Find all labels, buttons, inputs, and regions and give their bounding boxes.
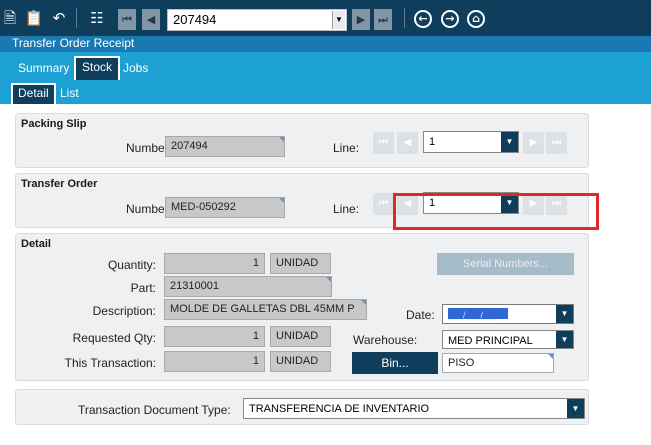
first-record-icon[interactable]: ⏮ <box>118 9 136 30</box>
packing-slip-line-value: 1 <box>429 136 436 148</box>
tab-bar: Summary Stock Jobs <box>0 52 651 80</box>
chevron-down-icon[interactable]: ▼ <box>332 11 345 29</box>
transaction-doc-label: Transaction Document Type: <box>78 403 231 417</box>
packing-slip-panel: Packing Slip Number: 207494 Line: ⏮ ◀ 1 … <box>15 113 589 168</box>
packing-slip-line-select[interactable]: 1 ▼ <box>423 131 519 153</box>
quantity-field[interactable]: 1 <box>164 253 265 274</box>
toolbar-separator <box>76 8 77 28</box>
requested-unit-field: UNIDAD <box>270 326 331 347</box>
transfer-order-number-value: MED-050292 <box>171 201 236 213</box>
serial-numbers-button[interactable]: Serial Numbers... <box>437 253 574 275</box>
part-label: Part: <box>130 281 156 295</box>
transaction-doc-panel: Transaction Document Type: TRANSFERENCIA… <box>15 389 589 425</box>
warehouse-value: MED PRINCIPAL <box>448 335 533 347</box>
back-icon[interactable]: ← <box>414 10 432 28</box>
description-value: MOLDE DE GALLETAS DBL 45MM P <box>170 303 355 315</box>
record-value: 207494 <box>173 12 217 27</box>
content-area: Packing Slip Number: 207494 Line: ⏮ ◀ 1 … <box>0 104 651 445</box>
chevron-down-icon[interactable]: ▼ <box>556 331 573 348</box>
date-label: Date: <box>406 308 435 322</box>
toolbar-separator <box>404 8 405 28</box>
date-field[interactable]: ___/___/___ ▼ <box>442 304 574 324</box>
transfer-order-number-field[interactable]: MED-050292 <box>165 197 285 218</box>
bin-button[interactable]: Bin... <box>352 352 438 374</box>
subtab-list[interactable]: List <box>55 83 84 104</box>
undo-icon[interactable]: ↶ <box>49 8 69 28</box>
chevron-down-icon[interactable]: ▼ <box>501 132 518 152</box>
quantity-unit-field: UNIDAD <box>270 253 331 274</box>
window-title: Transfer Order Receipt <box>0 36 651 52</box>
packing-slip-number-value: 207494 <box>171 140 208 152</box>
quantity-label: Quantity: <box>107 258 156 272</box>
record-selector[interactable]: 207494 ▼ <box>167 9 347 31</box>
packing-slip-title: Packing Slip <box>21 118 87 130</box>
bin-value: PISO <box>448 357 475 369</box>
packing-slip-line-label: Line: <box>333 141 360 155</box>
this-transaction-label: This Transaction: <box>64 356 156 370</box>
this-transaction-unit-field: UNIDAD <box>270 351 331 372</box>
main-toolbar: 🗎 📋 ↶ ☷ ⏮ ◀ 207494 ▼ ▶ ⏭ ← → ⌂ <box>0 0 651 36</box>
field-corner-marker <box>326 277 331 282</box>
new-doc-icon[interactable]: 🗎 <box>0 8 20 28</box>
date-highlight-box <box>393 193 599 230</box>
field-corner-marker <box>279 198 284 203</box>
forward-icon[interactable]: → <box>441 10 459 28</box>
this-transaction-field[interactable]: 1 <box>164 351 265 372</box>
packing-slip-number-field[interactable]: 207494 <box>165 136 285 157</box>
tab-stock[interactable]: Stock <box>74 56 121 80</box>
chevron-down-icon[interactable]: ▼ <box>556 305 573 323</box>
date-value: ___/___/___ <box>448 310 499 320</box>
transaction-doc-value: TRANSFERENCIA DE INVENTARIO <box>249 403 430 415</box>
first-line-icon[interactable]: ⏮ <box>373 193 394 215</box>
field-corner-marker <box>548 354 553 359</box>
field-corner-marker <box>279 137 284 142</box>
field-corner-marker <box>361 300 366 305</box>
subtab-detail[interactable]: Detail <box>11 83 56 104</box>
subtab-bar: Detail List <box>0 80 651 104</box>
transfer-order-title: Transfer Order <box>21 178 98 190</box>
warehouse-label: Warehouse: <box>353 333 418 347</box>
warehouse-select[interactable]: MED PRINCIPAL ▼ <box>442 330 574 349</box>
requested-qty-label: Requested Qty: <box>72 331 156 345</box>
last-line-icon[interactable]: ⏭ <box>546 132 567 154</box>
description-field: MOLDE DE GALLETAS DBL 45MM P <box>164 299 367 320</box>
next-line-icon[interactable]: ▶ <box>523 132 544 154</box>
part-field[interactable]: 21310001 <box>164 276 332 297</box>
tab-summary[interactable]: Summary <box>12 57 75 80</box>
prev-line-icon[interactable]: ◀ <box>397 132 418 154</box>
tab-jobs[interactable]: Jobs <box>117 57 154 80</box>
prev-record-icon[interactable]: ◀ <box>142 9 160 30</box>
transaction-doc-select[interactable]: TRANSFERENCIA DE INVENTARIO ▼ <box>243 398 585 419</box>
bin-field[interactable]: PISO <box>442 353 554 373</box>
transfer-order-line-label: Line: <box>333 202 360 216</box>
detail-panel: Detail Quantity: 1 UNIDAD Part: 21310001… <box>15 233 589 381</box>
binoculars-icon[interactable]: ☷ <box>87 8 107 28</box>
detail-title: Detail <box>21 238 51 250</box>
clipboard-icon[interactable]: 📋 <box>24 8 44 28</box>
home-icon[interactable]: ⌂ <box>467 10 485 28</box>
next-record-icon[interactable]: ▶ <box>352 9 370 30</box>
description-label: Description: <box>92 304 156 318</box>
chevron-down-icon[interactable]: ▼ <box>567 399 584 418</box>
first-line-icon[interactable]: ⏮ <box>373 132 394 154</box>
part-value: 21310001 <box>170 280 219 292</box>
last-record-icon[interactable]: ⏭ <box>374 9 392 30</box>
requested-qty-field: 1 <box>164 326 265 347</box>
